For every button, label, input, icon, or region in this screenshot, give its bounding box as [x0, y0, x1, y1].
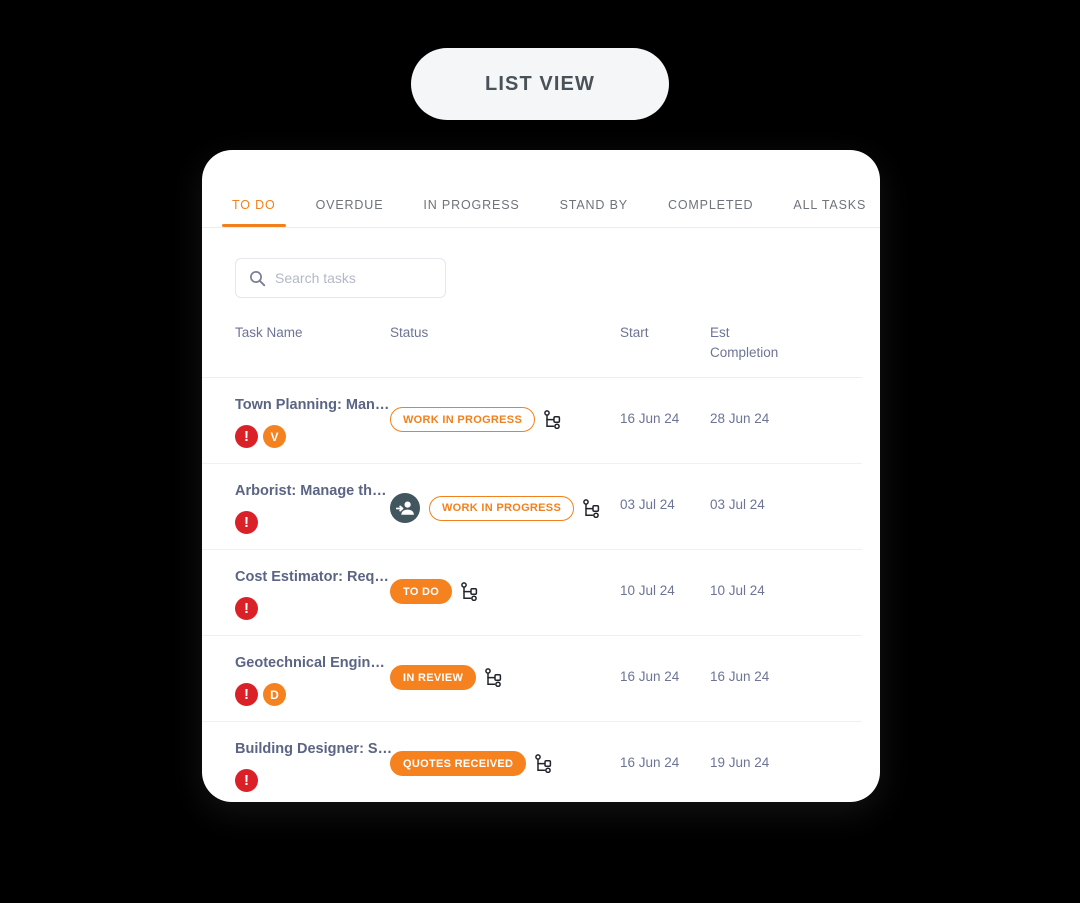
cell-status: WORK IN PROGRESS	[390, 396, 620, 432]
cell-task-name: Arborist: Manage th…!	[202, 482, 390, 534]
initial-badge[interactable]: D	[263, 683, 286, 706]
est-completion-date-text: 03 Jul 24	[710, 497, 765, 512]
cell-est-completion-date: 03 Jul 24	[710, 482, 820, 512]
est-completion-date-text: 19 Jun 24	[710, 755, 770, 770]
table-row[interactable]: Building Designer: S…! QUOTES RECEIVED 16 …	[202, 722, 862, 802]
cell-task-name: Cost Estimator: Req…!	[202, 568, 390, 620]
status-group: IN REVIEW	[390, 654, 620, 690]
screenshot-root: LIST VIEW TO DO OVERDUE IN PROGRESS STAND B…	[0, 0, 1080, 903]
tab-in-progress[interactable]: IN PROGRESS	[413, 198, 529, 227]
task-name-text[interactable]: Town Planning: Man…	[235, 396, 390, 414]
alert-badge-label: !	[244, 771, 249, 789]
workflow-branch-icon[interactable]	[485, 668, 502, 687]
column-header-est-completion: Est Completion	[710, 325, 779, 360]
tab-to-do[interactable]: TO DO	[222, 198, 286, 227]
cell-start-date: 10 Jul 24	[620, 568, 710, 598]
tab-bar: TO DO OVERDUE IN PROGRESS STAND BY COMPLETED…	[202, 150, 880, 228]
search-box[interactable]	[235, 258, 446, 298]
alert-badge-label: !	[244, 513, 249, 531]
status-badge[interactable]: QUOTES RECEIVED	[390, 751, 527, 776]
status-group: QUOTES RECEIVED	[390, 740, 620, 776]
list-view-button[interactable]: LIST VIEW	[411, 48, 669, 120]
est-completion-date-text: 16 Jun 24	[710, 669, 770, 684]
task-name-text[interactable]: Arborist: Manage th…	[235, 482, 390, 500]
status-badge[interactable]: WORK IN PROGRESS	[390, 407, 536, 432]
alert-badge-label: !	[244, 599, 249, 617]
alert-icon[interactable]: !	[235, 425, 258, 448]
table-row[interactable]: Town Planning: Man…! V WORK IN PROGRESS 16 …	[202, 378, 862, 464]
cell-est-completion-date: 19 Jun 24	[710, 740, 820, 770]
start-date-text: 16 Jun 24	[620, 411, 680, 426]
task-table: Task Name Status Start Est Completion To…	[202, 298, 880, 802]
badge-group: !	[235, 511, 390, 534]
assign-user-icon[interactable]	[390, 493, 420, 523]
badge-group: ! V	[235, 425, 390, 448]
cell-task-name: Building Designer: S…!	[202, 740, 392, 792]
cell-task-name: Town Planning: Man…! V	[202, 396, 390, 448]
alert-icon[interactable]: !	[235, 769, 258, 792]
est-completion-date-text: 28 Jun 24	[710, 411, 770, 426]
badge-group: !	[235, 769, 390, 792]
badge-group: !	[235, 597, 390, 620]
status-group: TO DO	[390, 568, 620, 604]
alert-icon[interactable]: !	[235, 597, 258, 620]
tab-all-tasks[interactable]: ALL TASKS	[783, 198, 876, 227]
status-group: WORK IN PROGRESS	[390, 396, 620, 432]
status-badge[interactable]: IN REVIEW	[390, 665, 477, 690]
tab-completed[interactable]: COMPLETED	[658, 198, 763, 227]
start-date-text: 03 Jul 24	[620, 497, 675, 512]
cell-start-date: 03 Jul 24	[620, 482, 710, 512]
status-badge[interactable]: WORK IN PROGRESS	[429, 495, 575, 521]
cell-task-name: Geotechnical Engin…! D	[202, 654, 390, 706]
cell-est-completion-date: 16 Jun 24	[710, 654, 820, 684]
status-badge[interactable]: TO DO	[390, 579, 453, 604]
table-header-row: Task Name Status Start Est Completion	[202, 298, 862, 378]
cell-status: IN REVIEW	[390, 654, 620, 690]
task-list-card: TO DO OVERDUE IN PROGRESS STAND BY COMPLETED…	[202, 150, 880, 802]
workflow-branch-icon[interactable]	[535, 754, 552, 773]
alert-icon[interactable]: !	[235, 511, 258, 534]
search-area	[202, 228, 880, 298]
initial-badge[interactable]: V	[263, 425, 286, 448]
cell-est-completion-date: 28 Jun 24	[710, 396, 820, 426]
table-body: Town Planning: Man…! V WORK IN PROGRESS 16 …	[202, 378, 880, 802]
alert-icon[interactable]: !	[235, 683, 258, 706]
cell-start-date: 16 Jun 24	[620, 740, 710, 770]
list-view-label: LIST VIEW	[485, 72, 595, 95]
column-header-status: Status	[390, 325, 429, 340]
alert-badge-label: !	[244, 427, 249, 445]
start-date-text: 16 Jun 24	[620, 669, 680, 684]
task-name-text[interactable]: Geotechnical Engin…	[235, 654, 390, 672]
badge-group: ! D	[235, 683, 390, 706]
cell-status: TO DO	[390, 568, 620, 604]
column-header-start: Start	[620, 325, 649, 340]
cell-start-date: 16 Jun 24	[620, 396, 710, 426]
start-date-text: 16 Jun 24	[620, 755, 680, 770]
alert-badge-label: !	[244, 685, 249, 703]
table-row[interactable]: Arborist: Manage th…! WORK IN PROGRESS 03 …	[202, 464, 862, 550]
cell-status: QUOTES RECEIVED	[390, 740, 620, 776]
workflow-branch-icon[interactable]	[583, 498, 600, 518]
start-date-text: 10 Jul 24	[620, 583, 675, 598]
search-icon	[249, 270, 266, 287]
task-name-text[interactable]: Building Designer: S…	[235, 740, 392, 758]
search-input[interactable]	[275, 270, 435, 286]
status-group: WORK IN PROGRESS	[390, 482, 620, 523]
workflow-branch-icon[interactable]	[461, 582, 478, 601]
column-header-task-name: Task Name	[235, 325, 303, 340]
cell-est-completion-date: 10 Jul 24	[710, 568, 820, 598]
tab-overdue[interactable]: OVERDUE	[306, 198, 394, 227]
cell-status: WORK IN PROGRESS	[390, 482, 620, 523]
tab-stand-by[interactable]: STAND BY	[550, 198, 638, 227]
cell-start-date: 16 Jun 24	[620, 654, 710, 684]
est-completion-date-text: 10 Jul 24	[710, 583, 765, 598]
task-name-text[interactable]: Cost Estimator: Req…	[235, 568, 390, 586]
table-row[interactable]: Cost Estimator: Req…! TO DO 10 Jul 24 10 Ju…	[202, 550, 862, 636]
workflow-branch-icon[interactable]	[544, 410, 561, 429]
table-row[interactable]: Geotechnical Engin…! D IN REVIEW 16 Jun 24 1…	[202, 636, 862, 722]
